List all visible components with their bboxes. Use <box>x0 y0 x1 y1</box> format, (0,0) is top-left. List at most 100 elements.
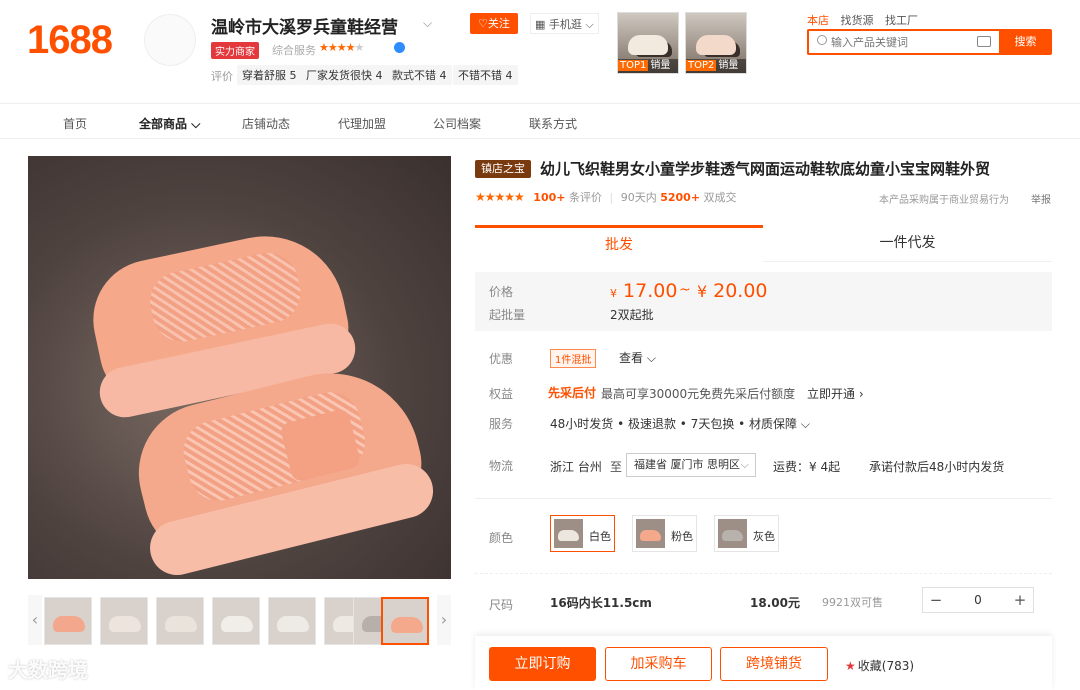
price-low-value: 17.00 <box>623 280 678 302</box>
search-input[interactable] <box>831 33 971 51</box>
rating-stars: ★★★★★ <box>475 190 525 204</box>
shoe-image <box>696 35 736 55</box>
chevron-down-icon: ⌵ <box>740 458 749 471</box>
review-tag[interactable]: 不错不错 4 <box>453 65 518 85</box>
currency-symbol: ¥ <box>697 282 708 301</box>
divider <box>475 573 1052 574</box>
size-stock: 9921双可售 <box>822 596 883 609</box>
verified-icon <box>394 42 405 53</box>
favorite-button[interactable]: ★ 收藏(783) <box>845 657 914 674</box>
equity-highlight: 先采后付 <box>548 386 597 400</box>
color-option-white[interactable]: 白色 <box>550 515 615 552</box>
chevron-down-icon: ⌵ <box>581 18 594 31</box>
cross-border-button[interactable]: 跨境铺货 <box>720 647 828 681</box>
gallery-thumb[interactable] <box>156 597 204 645</box>
top-seller-thumb[interactable]: TOP1 销量 <box>617 12 679 74</box>
size-label: 尺码 <box>489 598 514 612</box>
nav-company[interactable]: 公司档案 <box>433 115 481 132</box>
shoe-image <box>722 530 743 541</box>
review-tag[interactable]: 穿着舒服 5 <box>237 65 302 85</box>
star-icon: ★ <box>845 659 856 673</box>
action-bar: 立即订购 加采购车 跨境铺货 ★ 收藏(783) <box>475 636 1052 690</box>
promo-view-dropdown[interactable]: 查看 ⌵ <box>619 349 656 366</box>
add-to-cart-button[interactable]: 加采购车 <box>605 647 712 681</box>
service-stars-filled: ★★★★ <box>319 41 355 54</box>
favorite-label: 收藏(783) <box>857 659 915 673</box>
chevron-down-icon[interactable]: ⌵ <box>423 16 432 31</box>
search-button[interactable]: 搜索 <box>999 29 1052 55</box>
nav-store-news[interactable]: 店铺动态 <box>242 115 290 132</box>
nav-contact[interactable]: 联系方式 <box>529 115 577 132</box>
destination-select[interactable]: 福建省 厦门市 思明区 ⌵ <box>626 453 756 477</box>
promo-tag: 1件混批 <box>550 349 597 368</box>
watermark: 大数跨境 <box>8 658 88 682</box>
gallery-thumb-active[interactable] <box>381 597 429 645</box>
site-logo[interactable]: 1688 <box>27 18 113 63</box>
shipping-promise: 承诺付款后48小时内发货 <box>869 460 1005 474</box>
search-scope-source[interactable]: 找货源 <box>841 14 874 27</box>
price-box: 价格 ¥ 17.00 ~ ¥ 20.00 起批量 2双起批 <box>475 272 1052 331</box>
nav-agent[interactable]: 代理加盟 <box>338 115 386 132</box>
search-box <box>807 29 999 55</box>
color-option-pink[interactable]: 粉色 <box>632 515 697 552</box>
gallery-thumb[interactable] <box>268 597 316 645</box>
currency-symbol: ¥ <box>610 287 617 300</box>
rating-line: ★★★★★ 100+ 条评价 | 90天内 5200+ 双成交 <box>475 189 737 205</box>
shop-header: 1688 温岭市大溪罗兵童鞋经营 ⌵ 实力商家 综合服务 ★★★★★ 评价 穿着… <box>0 0 1080 103</box>
shoe-image <box>53 616 85 632</box>
mobile-view-button[interactable]: ▦ 手机逛 ⌵ <box>530 13 599 34</box>
order-now-button[interactable]: 立即订购 <box>489 647 596 681</box>
rank-label: 销量 <box>718 60 739 71</box>
top-seller-label: TOP2 销量 <box>686 59 746 73</box>
shop-avatar[interactable] <box>144 14 196 66</box>
report-link[interactable]: 举报 <box>1031 191 1051 206</box>
rank-badge: TOP2 <box>686 60 717 71</box>
shop-name[interactable]: 温岭市大溪罗兵童鞋经营 <box>211 13 398 38</box>
review-suffix: 条评价 <box>568 191 602 204</box>
color-option-gray[interactable]: 灰色 <box>714 515 779 552</box>
price-separator: ~ <box>679 282 691 298</box>
gallery-thumb[interactable] <box>212 597 260 645</box>
promo-label: 优惠 <box>489 352 514 366</box>
search-scope-store[interactable]: 本店 <box>807 14 829 27</box>
price-label: 价格 <box>489 285 514 299</box>
price-high: ¥ 20.00 <box>697 280 768 302</box>
quantity-input[interactable] <box>949 590 1007 610</box>
sales-suffix: 双成交 <box>703 191 737 204</box>
review-count[interactable]: 100+ <box>533 191 565 204</box>
review-tag[interactable]: 款式不错 4 <box>387 65 452 85</box>
chevron-left-icon[interactable]: ‹ <box>28 595 42 645</box>
minus-icon[interactable]: − <box>923 588 949 612</box>
chevron-right-icon[interactable]: › <box>437 595 451 645</box>
review-label: 评价 <box>211 70 233 83</box>
follow-button[interactable]: ♡关注 <box>470 13 518 34</box>
sales-prefix: 90天内 <box>620 191 657 204</box>
nav-home[interactable]: 首页 <box>63 115 87 132</box>
color-swatch <box>636 519 665 548</box>
size-price: 18.00元 <box>750 596 800 610</box>
tab-dropship[interactable]: 一件代发 <box>763 225 1052 262</box>
service-label: 服务 <box>489 417 514 431</box>
shoe-image <box>391 617 423 633</box>
plus-icon[interactable]: + <box>1007 588 1033 612</box>
search-scope-links: 本店 找货源 找工厂 <box>807 12 926 28</box>
color-name: 灰色 <box>753 530 775 543</box>
service-text[interactable]: 48小时发货 • 极速退款 • 7天包换 • 材质保障 ⌵ <box>550 415 810 432</box>
shoe-image <box>640 530 661 541</box>
product-main-image[interactable] <box>28 156 451 579</box>
shoe-image <box>109 616 141 632</box>
equity-activate-link[interactable]: 立即开通 › <box>807 385 864 402</box>
gallery-thumb[interactable] <box>100 597 148 645</box>
review-tag[interactable]: 厂家发货很快 4 <box>301 65 388 85</box>
color-label: 颜色 <box>489 531 514 545</box>
nav-all-products[interactable]: 全部商品 ⌵ <box>139 115 200 132</box>
service-score-label: 综合服务 <box>272 44 316 57</box>
camera-icon[interactable] <box>977 36 991 47</box>
shoe-image <box>277 616 309 632</box>
gallery-thumb[interactable] <box>44 597 92 645</box>
search-scope-factory[interactable]: 找工厂 <box>885 14 918 27</box>
color-name: 白色 <box>589 530 611 543</box>
tab-wholesale[interactable]: 批发 <box>475 225 763 262</box>
top-seller-thumb[interactable]: TOP2 销量 <box>685 12 747 74</box>
grid-icon: ▦ <box>535 18 549 31</box>
